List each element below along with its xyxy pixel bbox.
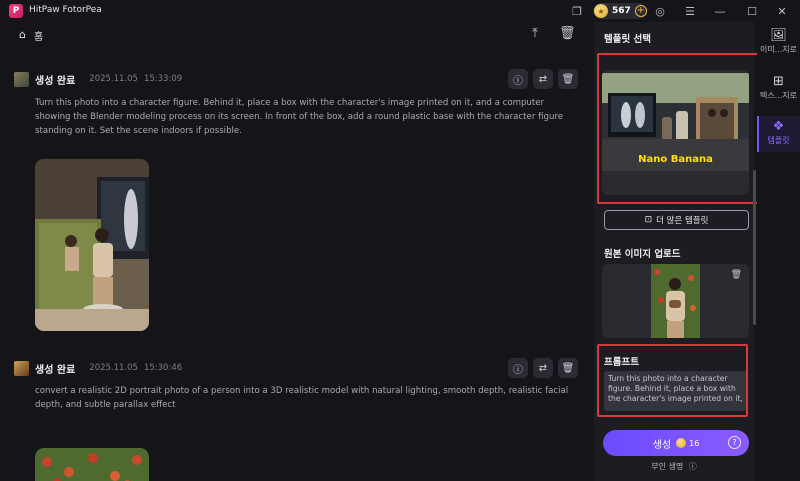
history-feed: 생성 완료 2025.11.05 15:33:09 ⓘ ⇄ 🗑 Turn thi… bbox=[0, 58, 594, 481]
entry-actions: ⓘ ⇄ 🗑 bbox=[508, 69, 578, 89]
image-icon: 🖼 bbox=[770, 28, 787, 43]
template-panel: 템플릿 선택 Nano Banana ⊡ 더 많은 템플릿 원본 이미지 업로드… bbox=[594, 22, 766, 481]
entry-actions: ⓘ ⇄ 🗑 bbox=[508, 358, 578, 378]
template-icon: ⊡ bbox=[644, 215, 653, 225]
generate-button[interactable]: 생성 16 ? bbox=[603, 430, 749, 456]
add-credits-icon[interactable]: + bbox=[634, 5, 647, 17]
entry-title: 생성 완료 bbox=[35, 364, 76, 376]
right-toolbar: 🖼 이미...지로 ⊞ 텍스...지로 ❖ 템플릿 bbox=[757, 22, 800, 481]
entry-prompt: Turn this photo into a character figure.… bbox=[35, 98, 564, 136]
remove-image-icon[interactable]: 🗑 bbox=[731, 270, 742, 280]
info-button[interactable]: ⓘ bbox=[508, 69, 528, 89]
minimize-icon[interactable]: — bbox=[713, 4, 727, 18]
negative-prompt-link[interactable]: 부인 생명 ⓘ bbox=[594, 461, 754, 472]
text-image-icon: ⊞ bbox=[773, 74, 784, 89]
more-templates-button[interactable]: ⊡ 더 많은 템플릿 bbox=[604, 210, 749, 230]
entry-thumbnail bbox=[14, 360, 29, 376]
menu-icon[interactable]: ☰ bbox=[683, 4, 697, 18]
regenerate-button[interactable]: ⇄ bbox=[533, 358, 553, 378]
tool-text-to-image[interactable]: ⊞ 텍스...지로 bbox=[757, 74, 800, 110]
tool-label: 템플릿 bbox=[767, 136, 790, 145]
entry-header: 생성 완료 2025.11.05 15:30:46 bbox=[14, 360, 182, 376]
close-icon[interactable]: ✕ bbox=[775, 4, 789, 18]
template-select-title: 템플릿 선택 bbox=[604, 34, 652, 45]
app-logo-icon: P bbox=[9, 4, 23, 18]
highlight-box bbox=[597, 344, 748, 417]
home-link[interactable]: 홈 bbox=[34, 28, 43, 43]
tool-template[interactable]: ❖ 템플릿 bbox=[757, 116, 800, 152]
tool-label: 텍스...지로 bbox=[759, 91, 798, 100]
delete-button[interactable]: 🗑 bbox=[558, 358, 578, 378]
upload-area[interactable]: 🗑 bbox=[602, 264, 749, 338]
entry-time: 15:33:09 bbox=[143, 74, 183, 84]
account-icon[interactable]: ◎ bbox=[653, 4, 667, 18]
entry-title: 생성 완료 bbox=[35, 75, 76, 87]
generate-cost: 16 bbox=[689, 438, 700, 448]
upload-icon[interactable]: ⤒ bbox=[527, 26, 543, 42]
entry-date: 2025.11.05 bbox=[89, 363, 138, 373]
maximize-icon[interactable]: ☐ bbox=[745, 4, 759, 18]
highlight-box bbox=[597, 53, 766, 204]
title-bar: P HitPaw FotorPea ❐ ★ 567 + ◎ ☰ — ☐ ✕ bbox=[0, 0, 800, 22]
negative-prompt-label: 부인 생명 bbox=[651, 462, 684, 471]
trash-icon[interactable]: 🗑 bbox=[559, 26, 576, 42]
result-image[interactable] bbox=[35, 159, 149, 331]
tool-image-to-image[interactable]: 🖼 이미...지로 bbox=[757, 28, 800, 64]
panel-scrollbar[interactable] bbox=[753, 170, 756, 325]
info-button[interactable]: ⓘ bbox=[508, 358, 528, 378]
tool-label: 이미...지로 bbox=[759, 45, 798, 54]
info-icon: ⓘ bbox=[688, 462, 697, 471]
more-templates-label: 더 많은 템플릿 bbox=[656, 216, 709, 226]
coin-icon bbox=[676, 438, 687, 448]
uploaded-image bbox=[651, 264, 700, 338]
regenerate-button[interactable]: ⇄ bbox=[533, 69, 553, 89]
entry-prompt: convert a realistic 2D portrait photo of… bbox=[35, 386, 569, 410]
entry-date: 2025.11.05 bbox=[89, 74, 138, 84]
window-switch-icon[interactable]: ❐ bbox=[570, 4, 584, 18]
credits-count: 567 bbox=[612, 6, 631, 16]
entry-header: 생성 완료 2025.11.05 15:33:09 bbox=[14, 71, 182, 87]
active-indicator bbox=[757, 116, 759, 152]
result-image[interactable] bbox=[35, 448, 149, 481]
generate-label: 생성 bbox=[652, 439, 672, 451]
home-icon[interactable]: ⌂ bbox=[19, 28, 26, 41]
app-title: HitPaw FotorPea bbox=[29, 5, 102, 15]
coin-icon: ★ bbox=[594, 4, 608, 18]
credits-badge[interactable]: ★ 567 + bbox=[593, 3, 647, 19]
delete-button[interactable]: 🗑 bbox=[558, 69, 578, 89]
upload-title: 원본 이미지 업로드 bbox=[604, 249, 681, 260]
sub-header: ⌂ 홈 ⤒ 🗑 bbox=[0, 22, 594, 46]
entry-thumbnail bbox=[14, 71, 29, 87]
template-icon: ❖ bbox=[772, 119, 785, 134]
entry-time: 15:30:46 bbox=[143, 363, 183, 373]
help-icon[interactable]: ? bbox=[728, 436, 741, 449]
